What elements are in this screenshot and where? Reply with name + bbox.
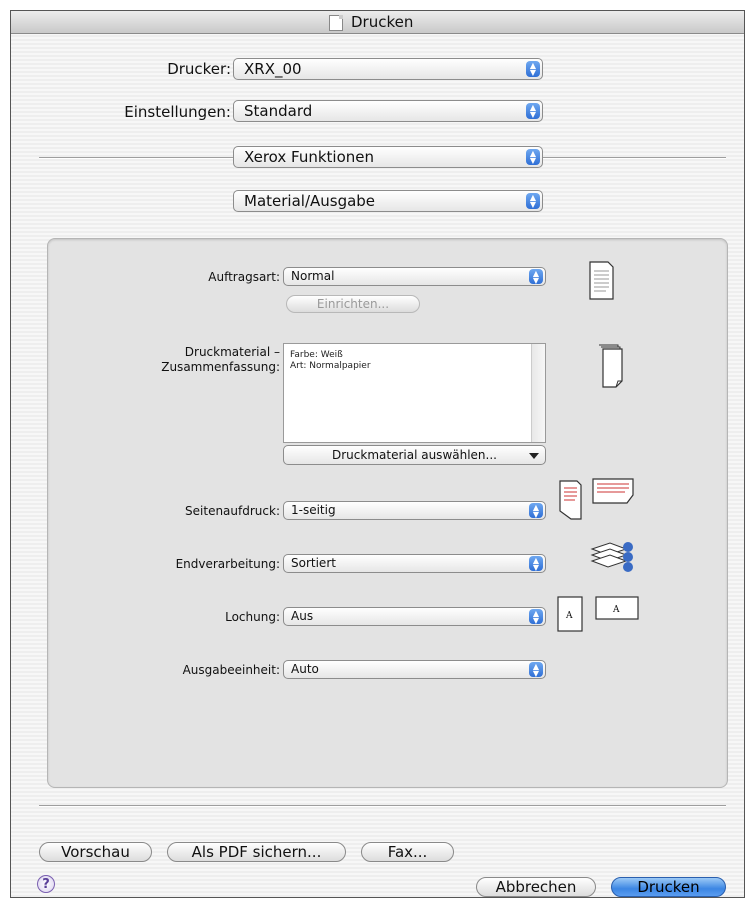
punch-preview-icon: A A — [557, 596, 639, 632]
title-bar: Drucken — [11, 11, 744, 34]
window-title: Drucken — [351, 13, 414, 31]
job-type-label: Auftragsart: — [208, 270, 280, 284]
duplex-icon — [559, 478, 634, 520]
sides-label: Seitenaufdruck: — [185, 504, 280, 518]
scrollbar[interactable] — [531, 344, 545, 442]
popup-arrows-icon: ▲ ▼ — [529, 503, 543, 519]
popup-arrows-icon: ▲ ▼ — [526, 149, 540, 165]
separator-right — [543, 157, 726, 159]
fax-button[interactable]: Fax... — [361, 842, 454, 862]
punch-value: Aus — [291, 609, 314, 623]
job-type-value: Normal — [291, 269, 335, 283]
help-button[interactable]: ? — [37, 875, 55, 893]
presets-label: Einstellungen: — [124, 103, 231, 121]
popup-arrows-icon: ▲ ▼ — [529, 556, 543, 572]
popup-arrows-icon: ▲ ▼ — [526, 103, 540, 119]
document-icon — [329, 15, 343, 31]
job-type-popup[interactable]: Normal ▲ ▼ — [283, 267, 546, 286]
popup-arrows-icon: ▲ ▼ — [529, 609, 543, 625]
output-label: Ausgabeeinheit: — [182, 663, 280, 677]
job-document-icon — [589, 261, 614, 300]
collate-icon — [590, 542, 633, 572]
punch-label: Lochung: — [225, 610, 280, 624]
print-button[interactable]: Drucken — [611, 877, 726, 897]
punch-popup[interactable]: Aus ▲ ▼ — [283, 607, 546, 626]
printer-label: Drucker: — [167, 60, 231, 78]
finishing-popup[interactable]: Sortiert ▲ ▼ — [283, 554, 546, 573]
sides-value: 1-seitig — [291, 503, 336, 517]
popup-arrows-icon: ▲ ▼ — [526, 61, 540, 77]
paper-stack-icon — [599, 344, 623, 388]
output-value: Auto — [291, 662, 319, 676]
paper-summary-list[interactable]: Farbe: Weiß Art: Normalpapier — [283, 343, 546, 443]
presets-popup[interactable]: Standard ▲ ▼ — [233, 100, 543, 122]
preview-button[interactable]: Vorschau — [39, 842, 152, 862]
paper-summary-label-2: Zusammenfassung: — [161, 360, 280, 374]
section-popup[interactable]: Material/Ausgabe ▲ ▼ — [233, 190, 543, 212]
finishing-label: Endverarbeitung: — [175, 557, 280, 571]
popup-arrows-icon: ▲ ▼ — [529, 662, 543, 678]
separator-left — [39, 157, 233, 159]
output-popup[interactable]: Auto ▲ ▼ — [283, 660, 546, 679]
features-value: Xerox Funktionen — [244, 148, 375, 166]
save-pdf-button[interactable]: Als PDF sichern... — [167, 842, 346, 862]
dropdown-triangle-icon — [529, 453, 539, 459]
finishing-value: Sortiert — [291, 556, 336, 570]
sides-popup[interactable]: 1-seitig ▲ ▼ — [283, 501, 546, 520]
popup-arrows-icon: ▲ ▼ — [529, 269, 543, 285]
footer-separator — [39, 805, 726, 807]
features-popup[interactable]: Xerox Funktionen ▲ ▼ — [233, 146, 543, 168]
list-item: Farbe: Weiß — [290, 350, 343, 360]
select-paper-label: Druckmaterial auswählen... — [332, 448, 497, 462]
section-value: Material/Ausgabe — [244, 192, 376, 210]
cancel-button[interactable]: Abbrechen — [476, 877, 596, 897]
popup-arrows-icon: ▲ ▼ — [526, 193, 540, 209]
select-paper-button[interactable]: Druckmaterial auswählen... — [283, 445, 546, 465]
svg-text:A: A — [565, 611, 573, 621]
presets-value: Standard — [244, 102, 313, 120]
paper-summary-label-1: Druckmaterial – — [184, 345, 280, 359]
material-output-panel: Auftragsart: Normal ▲ ▼ Einrichten... Dru… — [47, 238, 728, 788]
print-dialog: Drucken Drucker: XRX_00 ▲ ▼ Einstellungen… — [10, 10, 745, 898]
list-item: Art: Normalpapier — [290, 361, 371, 371]
svg-text:A: A — [612, 605, 620, 615]
setup-button[interactable]: Einrichten... — [286, 295, 420, 313]
printer-popup[interactable]: XRX_00 ▲ ▼ — [233, 58, 543, 80]
printer-value: XRX_00 — [244, 60, 302, 78]
